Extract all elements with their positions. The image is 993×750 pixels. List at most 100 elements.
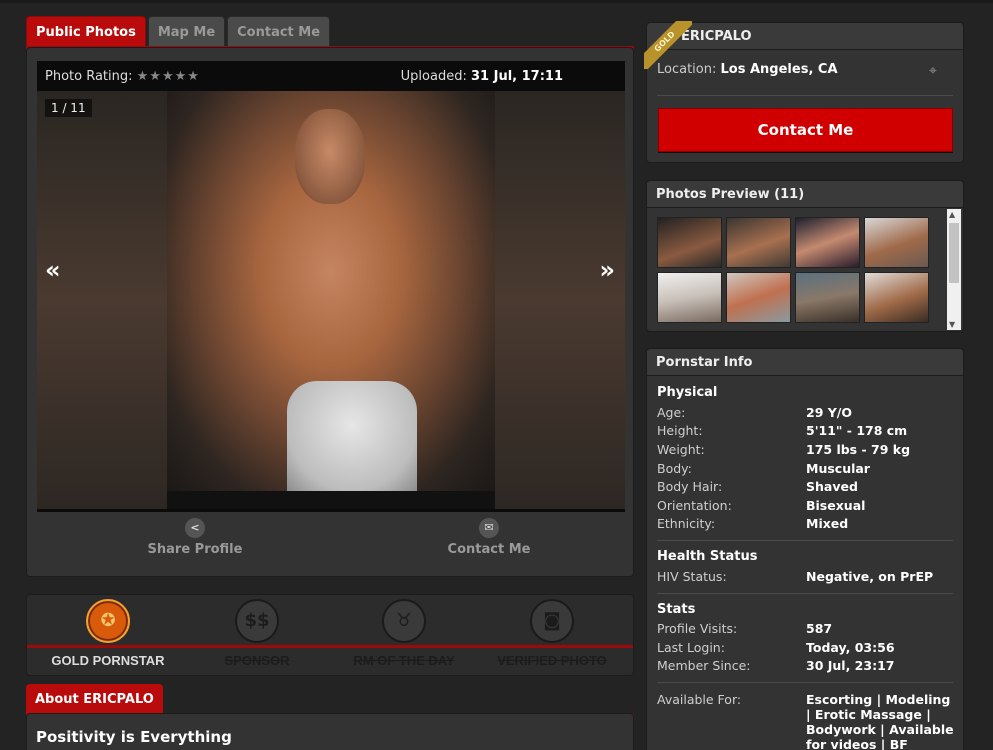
thumbnail-grid [657,217,933,323]
info-value: Bisexual [806,498,866,513]
horns-icon: ♉ [382,599,426,643]
info-key: Weight: [657,442,705,457]
photos-preview-title: Photos Preview (11) [647,181,963,208]
info-value: 587 [806,621,833,636]
badges-panel: ✪ GOLD PORNSTAR $$ SPONSOR ♉ RM OF THE D… [26,594,634,676]
info-key: Profile Visits: [657,621,738,636]
share-profile-label: Share Profile [147,542,243,557]
about-panel: Positivity is Everything [26,713,634,750]
photo-thumbnail[interactable] [726,272,791,323]
badge-label: VERIFIED PHOTO [497,653,607,668]
main-photo[interactable] [167,91,495,491]
info-divider [657,593,953,594]
info-key: Body: [657,461,692,476]
photo-uploaded: Uploaded: 31 Jul, 17:11 [401,69,563,84]
photo-header: Photo Rating: ★★★★★ Uploaded: 31 Jul, 17… [37,61,625,91]
info-divider [657,540,953,541]
photo-rating-label: Photo Rating: [45,68,133,84]
badge-gold-pornstar[interactable]: ✪ GOLD PORNSTAR [33,599,183,668]
award-icon: ✪ [86,599,130,643]
location: Location: Los Angeles, CA [657,62,838,77]
info-key: Member Since: [657,658,751,673]
pornstar-info-panel: Pornstar Info Physical Age: 29 Y/O Height… [646,348,964,750]
info-value: Mixed [806,516,849,531]
tab-public-photos[interactable]: Public Photos [26,16,146,48]
contact-me-button[interactable]: Contact Me [658,108,953,152]
health-heading: Health Status [657,549,758,564]
location-label: Location: [657,62,717,77]
location-value: Los Angeles, CA [720,62,838,77]
info-key: Body Hair: [657,479,723,494]
badge-rm-of-the-day[interactable]: ♉ RM OF THE DAY [329,599,479,668]
uploaded-label: Uploaded: [400,68,467,84]
info-key: HIV Status: [657,569,727,584]
map-pin-icon[interactable]: ⌖ [929,63,949,81]
camera-icon: ◙ [530,599,574,643]
badge-sponsor[interactable]: $$ SPONSOR [182,599,332,668]
photo-thumbnail[interactable] [726,217,791,268]
photo-counter: 1 / 11 [45,99,92,117]
tab-contact-me[interactable]: Contact Me [227,16,331,48]
photos-preview-panel: Photos Preview (11) ▲ ▼ [646,180,964,332]
info-key: Orientation: [657,498,732,513]
scroll-down-icon[interactable]: ▼ [949,320,955,329]
photo-thumbnail[interactable] [657,272,722,323]
photo-thumbnail[interactable] [864,272,929,323]
about-title: Positivity is Everything [36,728,232,746]
badge-label: GOLD PORNSTAR [51,653,165,668]
photo-panel: Photo Rating: ★★★★★ Uploaded: 31 Jul, 17… [26,47,634,577]
info-value: Today, 03:56 [806,640,895,655]
info-divider [657,682,953,683]
uploaded-value: 31 Jul, 17:11 [470,68,563,84]
photo-tabs: Public Photos Map Me Contact Me [26,15,331,49]
photo-thumbnail[interactable] [795,272,860,323]
contact-me-label: Contact Me [447,542,531,557]
info-value: Negative, on PrEP [806,569,934,584]
info-title: Pornstar Info [647,349,963,376]
profile-panel: ERICPALO GOLD Location: Los Angeles, CA … [644,21,964,163]
badge-label: SPONSOR [224,653,290,668]
prev-arrow-icon[interactable]: « [45,256,61,284]
tab-about[interactable]: About ERICPALO [26,684,163,715]
scroll-up-icon[interactable]: ▲ [949,210,955,219]
info-value: Muscular [806,461,870,476]
info-key: Age: [657,405,686,420]
rating-stars[interactable]: ★★★★★ [137,69,200,84]
tab-map-me[interactable]: Map Me [147,16,226,48]
next-photo [495,91,625,509]
info-value: 30 Jul, 23:17 [806,658,895,673]
photo-bottom-bar [37,509,625,512]
info-value: 5'11" - 178 cm [806,423,908,438]
previous-photo [37,91,167,509]
dollar-icon: $$ [235,599,279,643]
photo-figure [295,109,365,204]
info-key: Ethnicity: [657,516,716,531]
badge-label: RM OF THE DAY [353,653,455,668]
badge-verified-photo[interactable]: ◙ VERIFIED PHOTO [477,599,627,668]
photo-rating: Photo Rating: ★★★★★ [45,69,200,84]
stats-heading: Stats [657,602,696,617]
preview-scrollbar[interactable]: ▲ ▼ [947,209,961,330]
profile-divider [657,95,953,96]
info-key: Available For: [657,692,742,707]
photo-thumbnail[interactable] [864,217,929,268]
share-icon: < [185,518,205,538]
physical-heading: Physical [657,385,718,400]
info-key: Height: [657,423,703,438]
contact-me-link[interactable]: ✉ Contact Me [389,518,589,557]
mail-icon: ✉ [479,518,499,538]
next-arrow-icon[interactable]: » [599,256,615,284]
photo-viewer[interactable]: 1 / 11 « » [37,91,625,509]
share-profile-button[interactable]: < Share Profile [95,518,295,557]
info-key: Last Login: [657,640,725,655]
info-value: 175 lbs - 79 kg [806,442,911,457]
photo-thumbnail[interactable] [795,217,860,268]
photo-towel [287,381,417,491]
top-border [0,0,993,3]
profile-header: ERICPALO [647,23,963,50]
scrollbar-thumb[interactable] [949,223,959,283]
photo-thumbnail[interactable] [657,217,722,268]
info-value: Shaved [806,479,858,494]
info-value: 29 Y/O [806,405,852,420]
info-value: Escorting | Modeling | Erotic Massage | … [806,692,954,750]
